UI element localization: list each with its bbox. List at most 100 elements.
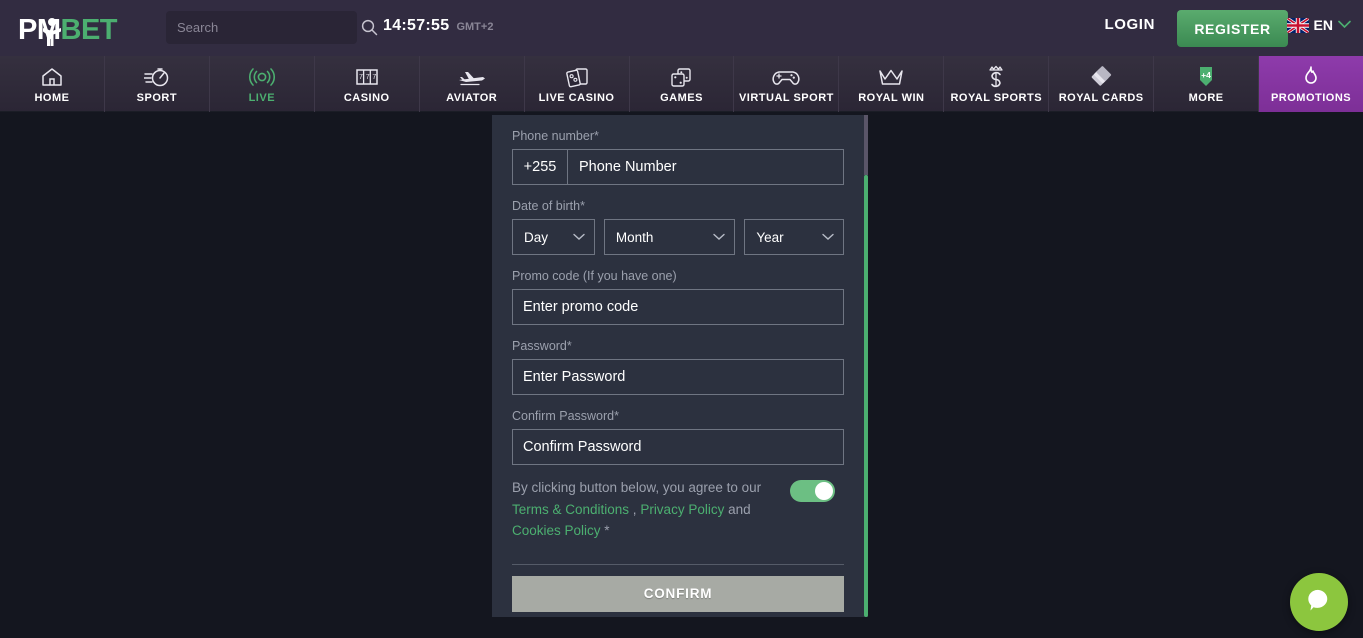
gamepad-icon xyxy=(771,65,801,89)
plus-four-badge-icon: +4 xyxy=(1194,65,1218,89)
cookies-policy-link[interactable]: Cookies Policy xyxy=(512,523,601,538)
modal-scrollbar-thumb[interactable] xyxy=(864,175,868,617)
agreement-toggle-knob xyxy=(815,482,833,500)
nav-label-royal-sports: ROYAL SPORTS xyxy=(950,91,1043,104)
server-clock: 14:57:55 GMT+2 xyxy=(383,17,493,35)
search-icon[interactable] xyxy=(361,19,378,36)
crowned-s-icon xyxy=(985,65,1007,89)
crown-icon xyxy=(877,65,905,89)
nav-label-more: MORE xyxy=(1188,91,1224,104)
nav-label-royal-win: ROYAL WIN xyxy=(858,91,925,104)
language-label: EN xyxy=(1313,17,1333,33)
nav-item-games[interactable]: GAMES xyxy=(630,56,735,112)
nav-item-home[interactable]: HOME xyxy=(0,56,105,112)
nav-label-aviator: AVIATOR xyxy=(446,91,498,104)
privacy-policy-link[interactable]: Privacy Policy xyxy=(640,502,724,517)
chevron-down-icon xyxy=(573,228,585,246)
chat-bubble-icon xyxy=(1304,585,1334,620)
clock-timezone: GMT+2 xyxy=(456,21,494,33)
form-divider xyxy=(512,563,844,565)
terms-and-conditions-link[interactable]: Terms & Conditions xyxy=(512,502,629,517)
registration-form: Phone number* +255 Date of birth* Day Mo… xyxy=(492,115,868,612)
logo-text-bet: BET xyxy=(60,14,118,46)
nav-item-sport[interactable]: SPORT xyxy=(105,56,210,112)
promo-code-input[interactable] xyxy=(513,290,843,324)
live-signal-icon xyxy=(248,65,276,89)
phone-number-input[interactable] xyxy=(568,150,843,184)
promo-code-label: Promo code (If you have one) xyxy=(512,269,677,283)
dob-year-value: Year xyxy=(756,229,784,245)
password-field[interactable] xyxy=(512,359,844,395)
nav-label-games: GAMES xyxy=(660,91,703,104)
confirm-password-field[interactable] xyxy=(512,429,844,465)
nav-label-promotions: PROMOTIONS xyxy=(1270,91,1352,104)
dob-year-select[interactable]: Year xyxy=(744,219,844,255)
agreement-toggle[interactable] xyxy=(790,480,835,502)
date-of-birth-label: Date of birth* xyxy=(512,199,585,213)
password-label: Password* xyxy=(512,339,572,353)
chevron-down-icon xyxy=(822,228,834,246)
nav-item-live-casino[interactable]: LIVE CASINO xyxy=(525,56,630,112)
password-input[interactable] xyxy=(513,360,843,394)
nav-label-casino: CASINO xyxy=(343,91,390,104)
nav-item-royal-sports[interactable]: ROYAL SPORTS xyxy=(944,56,1050,112)
clock-time: 14:57:55 xyxy=(383,17,450,34)
agreement-text: By clicking button below, you agree to o… xyxy=(512,477,780,542)
svg-text:+4: +4 xyxy=(1201,70,1211,80)
confirm-button[interactable]: CONFIRM xyxy=(512,575,844,612)
stopwatch-icon xyxy=(143,65,170,89)
nav-label-royal-cards: ROYAL CARDS xyxy=(1058,91,1144,104)
dob-day-select[interactable]: Day xyxy=(512,219,595,255)
slot-machine-icon: 7 7 7 xyxy=(354,65,380,89)
nav-item-royal-cards[interactable]: ROYAL CARDS xyxy=(1049,56,1155,112)
chevron-down-icon xyxy=(713,228,726,246)
airplane-icon xyxy=(457,65,487,89)
confirm-password-label: Confirm Password* xyxy=(512,409,619,423)
uk-flag-icon xyxy=(1286,17,1309,33)
login-button[interactable]: LOGIN xyxy=(1105,16,1156,33)
dice-icon xyxy=(668,65,694,89)
phone-number-field[interactable]: +255 xyxy=(512,149,844,185)
dob-day-value: Day xyxy=(524,229,549,245)
nav-label-live-casino: LIVE CASINO xyxy=(538,91,615,104)
nav-item-royal-win[interactable]: ROYAL WIN xyxy=(839,56,945,112)
nav-item-live[interactable]: LIVE xyxy=(210,56,315,112)
language-selector[interactable]: EN xyxy=(1286,16,1351,34)
phone-country-prefix[interactable]: +255 xyxy=(513,150,568,184)
dob-month-value: Month xyxy=(615,229,654,245)
nav-label-live: LIVE xyxy=(248,91,276,104)
svg-text:7: 7 xyxy=(372,74,376,81)
search-box[interactable] xyxy=(166,11,378,44)
promo-code-field[interactable] xyxy=(512,289,844,325)
agreement-block: By clicking button below, you agree to o… xyxy=(512,477,848,542)
date-of-birth-row: Day Month Year xyxy=(512,219,844,255)
site-logo[interactable]: PM BET xyxy=(18,11,118,46)
agreement-required-star: * xyxy=(600,523,610,538)
chevron-down-icon[interactable] xyxy=(1338,16,1351,34)
confirm-password-input[interactable] xyxy=(513,430,843,464)
home-icon xyxy=(40,65,64,89)
nav-item-virtual-sport[interactable]: VIRTUAL SPORT xyxy=(734,56,840,112)
main-navigation: HOME SPORT LIVE 7 7 7 CASINO AVIATOR LIV… xyxy=(0,56,1363,112)
nav-item-promotions[interactable]: PROMOTIONS xyxy=(1259,56,1363,112)
stacked-cards-icon xyxy=(1088,65,1114,89)
flame-icon xyxy=(1300,65,1322,89)
modal-scrollbar-track-top[interactable] xyxy=(864,115,868,175)
nav-label-home: HOME xyxy=(34,91,70,104)
dob-month-select[interactable]: Month xyxy=(603,219,736,255)
nav-label-virtual-sport: VIRTUAL SPORT xyxy=(738,91,834,104)
nav-item-more[interactable]: +4 MORE xyxy=(1154,56,1260,112)
svg-text:7: 7 xyxy=(359,74,363,81)
search-input[interactable] xyxy=(166,20,361,35)
svg-text:7: 7 xyxy=(365,74,369,81)
nav-item-aviator[interactable]: AVIATOR xyxy=(420,56,525,112)
site-header: PM BET 14:57:55 GMT+2 LOGIN REG xyxy=(0,0,1363,56)
agreement-comma: , xyxy=(629,501,641,517)
phone-number-label: Phone number* xyxy=(512,129,599,143)
register-button[interactable]: REGISTER xyxy=(1177,10,1288,47)
chat-widget-button[interactable] xyxy=(1290,573,1348,631)
nav-item-casino[interactable]: 7 7 7 CASINO xyxy=(315,56,420,112)
agreement-and: and xyxy=(724,501,751,517)
agreement-intro: By clicking button below, you agree to o… xyxy=(512,480,762,495)
page-root: PM BET 14:57:55 GMT+2 LOGIN REG xyxy=(0,0,1363,638)
